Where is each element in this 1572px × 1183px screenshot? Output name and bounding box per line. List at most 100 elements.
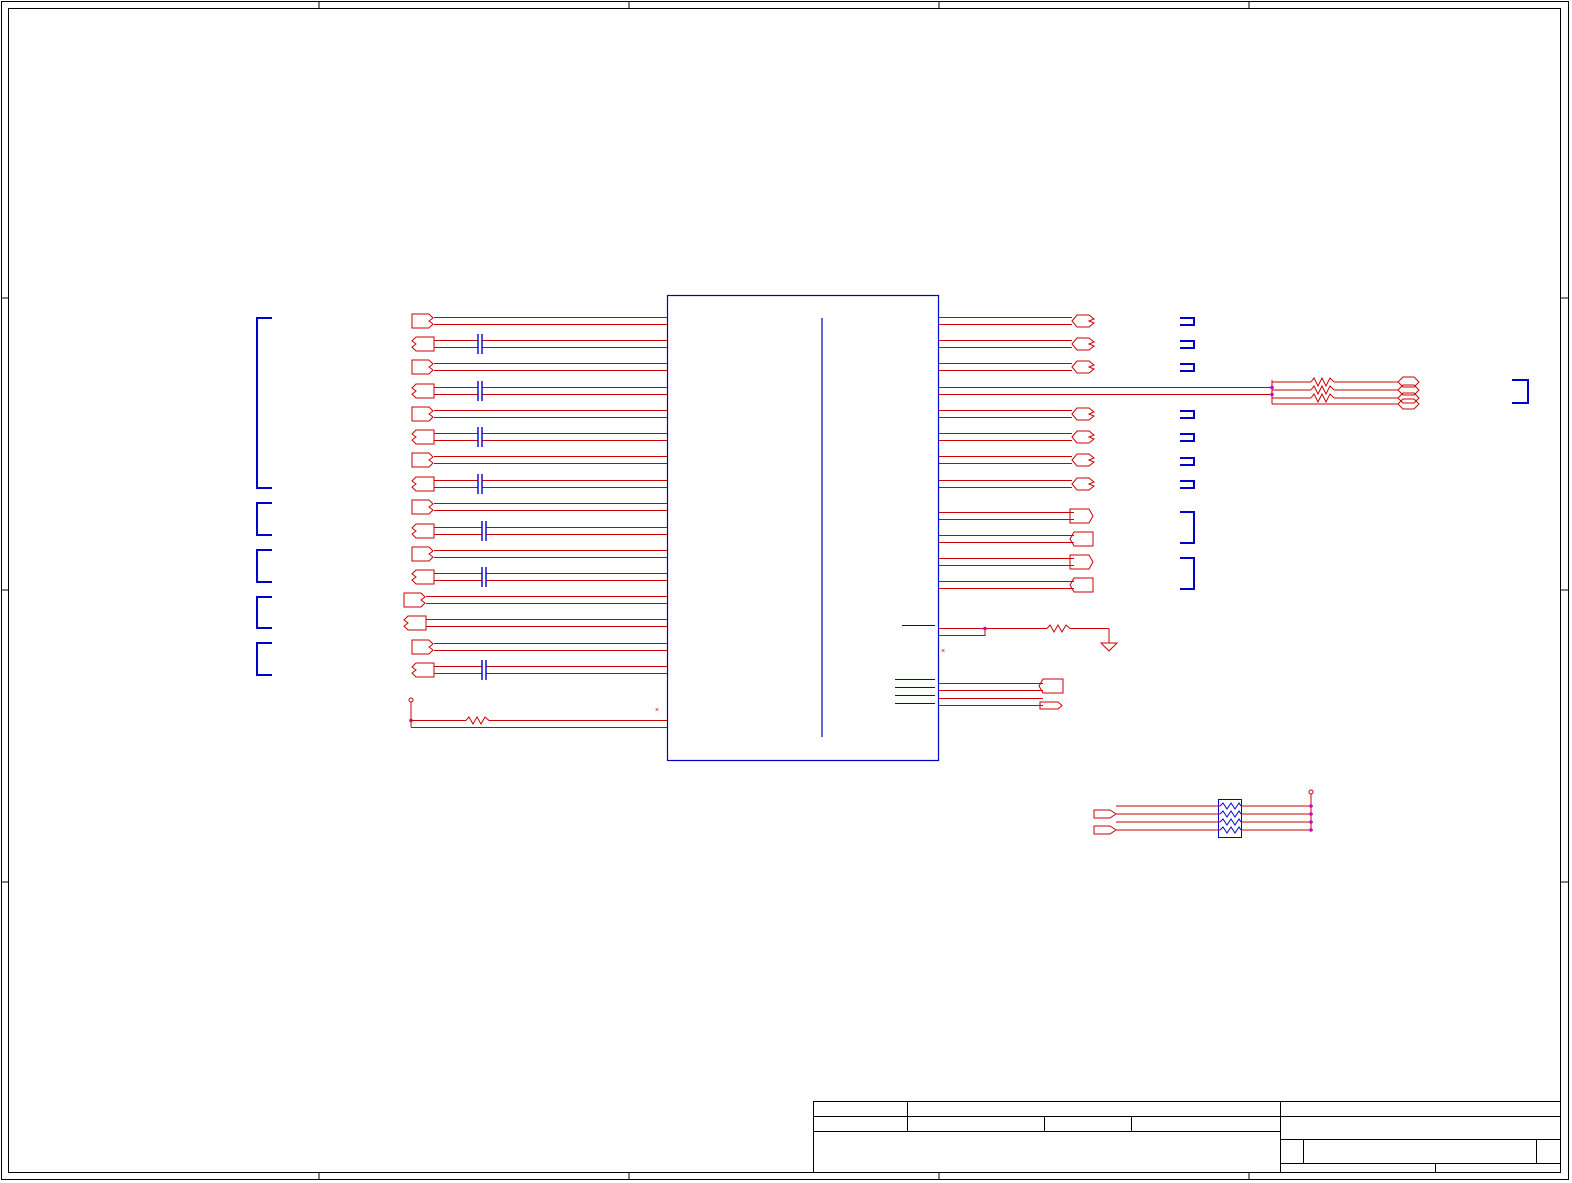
junction-dot	[1309, 804, 1313, 808]
port-icon	[411, 499, 434, 515]
port-icon	[1071, 430, 1095, 444]
left-net-pair	[411, 381, 667, 401]
port-icon	[411, 639, 434, 655]
bus-bracket	[1180, 317, 1195, 326]
port-icon	[411, 359, 434, 375]
bus-bracket	[256, 502, 272, 536]
lower-right-pins	[895, 678, 1064, 710]
right-net-pair	[939, 577, 1094, 593]
ic-body	[666, 294, 940, 762]
port-icon	[1397, 398, 1420, 410]
port-icon	[411, 546, 434, 562]
left-net-pair	[411, 452, 667, 468]
left-net-pair	[411, 427, 667, 447]
port-icon	[411, 336, 435, 352]
right-net-pair	[939, 554, 1094, 570]
right-net-pair	[939, 477, 1095, 491]
sheet-border	[1, 1, 1569, 1180]
left-net-pair	[411, 406, 667, 422]
port-icon	[411, 569, 435, 585]
bus-bracket	[1180, 480, 1195, 489]
bus-bracket	[256, 317, 272, 489]
left-net-pair	[411, 567, 667, 587]
no-connect-marks: ×	[941, 648, 945, 655]
resistor-symbol	[1046, 623, 1071, 634]
right-net-pair	[939, 314, 1095, 328]
port-icon	[403, 592, 426, 608]
left-net-pair	[403, 592, 667, 608]
bus-bracket	[1180, 340, 1195, 349]
left-net-pair	[411, 359, 667, 375]
junction-dot	[983, 626, 987, 631]
bus-bracket	[1180, 363, 1195, 372]
port-icon	[1069, 554, 1094, 570]
no-connect-marks: ×	[655, 707, 659, 714]
port-icon	[411, 429, 435, 445]
junction-dot	[1309, 812, 1313, 816]
junction-dot	[1270, 385, 1274, 390]
left-net-group	[403, 313, 667, 680]
port-icon	[1093, 809, 1117, 819]
left-net-pair	[411, 334, 667, 354]
junction-dot	[1309, 820, 1313, 824]
resistor-array	[1093, 789, 1314, 838]
port-icon	[411, 313, 434, 329]
right-net-pair	[939, 531, 1094, 547]
left-net-pair	[411, 660, 667, 680]
bus-bracket	[1180, 511, 1195, 544]
title-block	[813, 1101, 1561, 1173]
port-icon	[1071, 477, 1095, 491]
left-net-pair	[411, 499, 667, 515]
port-icon	[411, 523, 435, 539]
right-net-pair	[939, 453, 1095, 467]
bus-bracket	[1180, 433, 1195, 442]
series-resistor-group	[1270, 376, 1420, 410]
resistor-symbol	[1219, 810, 1242, 818]
power-icon	[1308, 789, 1314, 795]
port-icon	[1069, 508, 1094, 524]
port-icon	[1071, 453, 1095, 467]
port-icon	[411, 383, 435, 399]
left-net-pair	[411, 521, 667, 541]
port-icon	[1069, 531, 1094, 547]
port-icon	[1071, 360, 1095, 374]
resistor-symbol	[465, 715, 490, 726]
left-net-pair	[411, 474, 667, 494]
right-net-pair	[939, 407, 1095, 421]
ground-net: ×	[902, 623, 1119, 655]
junction-dot	[1309, 828, 1313, 832]
main-ic	[666, 294, 940, 762]
right-net-group	[939, 314, 1272, 593]
right-net-pair	[939, 337, 1095, 351]
bus-bracket	[1180, 457, 1195, 466]
port-icon	[1071, 314, 1095, 328]
resistor-symbol	[1219, 826, 1242, 834]
bus-bracket	[256, 549, 272, 583]
bus-bracket	[256, 596, 272, 629]
port-icon	[1039, 701, 1063, 710]
resistor-symbol	[1219, 818, 1242, 826]
right-bus-brackets	[1180, 317, 1529, 590]
port-icon	[1093, 825, 1117, 835]
bus-bracket	[256, 642, 272, 676]
left-net-pair	[411, 313, 667, 329]
port-icon	[1071, 407, 1095, 421]
left-net-pair	[411, 639, 667, 655]
port-icon	[403, 615, 427, 631]
bus-bracket	[1512, 379, 1529, 404]
resistor-symbol	[1310, 384, 1335, 396]
port-icon	[1071, 337, 1095, 351]
resistor-symbol	[1219, 802, 1242, 810]
resistor-symbol	[1310, 392, 1335, 404]
port-icon	[411, 476, 435, 492]
schematic-canvas: × ×	[0, 0, 1572, 1183]
port-icon	[1069, 577, 1094, 593]
left-bus-brackets	[256, 317, 272, 676]
ground-icon	[1099, 642, 1119, 652]
port-icon	[411, 452, 434, 468]
bus-bracket	[1180, 557, 1195, 590]
left-net-pair	[411, 546, 667, 562]
left-pullup-net: ×	[408, 697, 667, 728]
left-net-pair	[403, 615, 667, 631]
right-net-pair	[939, 508, 1094, 524]
